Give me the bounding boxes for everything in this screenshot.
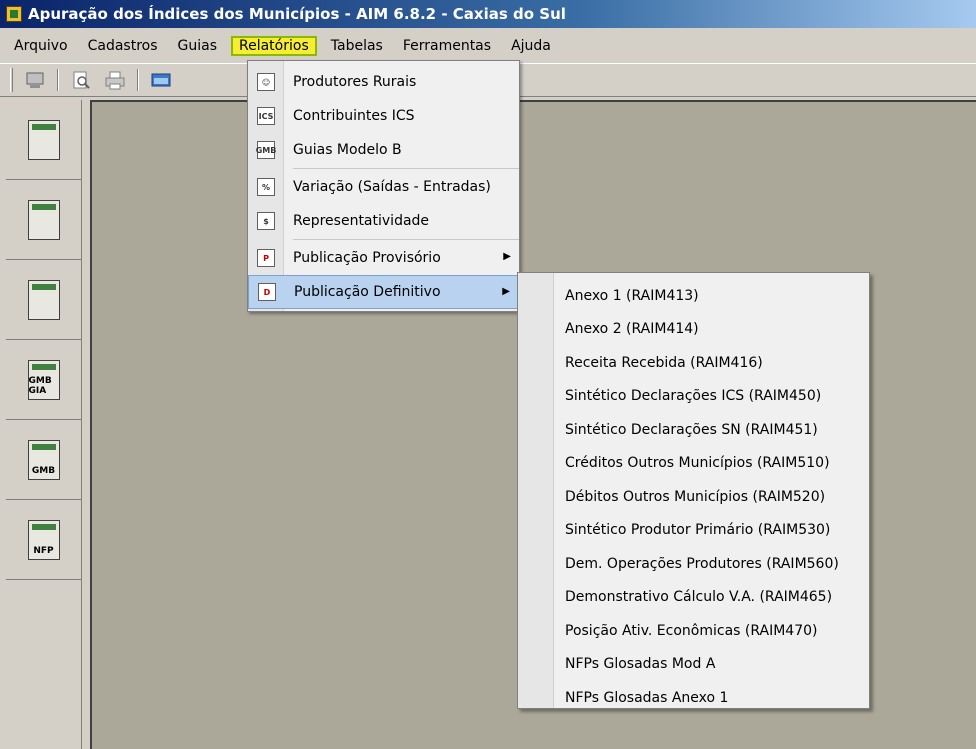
menu-item-variacao[interactable]: % Variação (Saídas - Entradas) [248,170,519,204]
menu-tabelas[interactable]: Tabelas [321,36,393,56]
submenu-item-creditos[interactable]: Créditos Outros Municípios (RAIM510) [518,447,869,481]
dollar-icon: $ [257,212,275,230]
menu-bar: Arquivo Cadastros Guias Relatórios Tabel… [0,33,976,59]
toolbar-separator [137,69,139,91]
window-title: Apuração dos Índices dos Municípios - AI… [28,5,566,23]
print-preview-icon[interactable] [69,68,93,92]
relatorios-menu: ☺ Produtores Rurais ICS Contribuintes IC… [247,60,520,312]
submenu-item-nfps-mod-a[interactable]: NFPs Glosadas Mod A [518,648,869,682]
window-icon[interactable] [149,68,173,92]
submenu-arrow-icon: ▶ [502,286,510,297]
submenu-arrow-icon: ▶ [503,251,511,262]
gmb-icon: GMB [256,141,276,159]
shortcut-3[interactable] [6,260,81,340]
submenu-item-receita-recebida[interactable]: Receita Recebida (RAIM416) [518,346,869,380]
toolbar-separator [57,69,59,91]
submenu-item-sintetico-sn[interactable]: Sintético Declarações SN (RAIM451) [518,413,869,447]
menu-separator [293,168,519,169]
submenu-item-calculo-va[interactable]: Demonstrativo Cálculo V.A. (RAIM465) [518,581,869,615]
menu-item-guias-modelo-b[interactable]: GMB Guias Modelo B [248,133,519,167]
shortcut-2[interactable] [6,180,81,260]
menu-item-publicacao-provisorio[interactable]: P Publicação Provisório ▶ [248,241,519,275]
submenu-item-posicao-ativ[interactable]: Posição Ativ. Econômicas (RAIM470) [518,614,869,648]
menu-relatorios[interactable]: Relatórios [231,36,317,56]
shortcut-1[interactable] [6,100,81,180]
menu-ferramentas[interactable]: Ferramentas [393,36,501,56]
person-document-icon [27,199,60,240]
submenu-item-nfps-anexo-1[interactable]: NFPs Glosadas Anexo 1 [518,681,869,715]
shortcut-5[interactable]: GMB [6,420,81,500]
menu-item-contribuintes-ics[interactable]: ICS Contribuintes ICS [248,99,519,133]
title-bar: Apuração dos Índices dos Municípios - AI… [0,0,976,28]
menu-separator [293,239,519,240]
publicacao-definitivo-submenu: Anexo 1 (RAIM413) Anexo 2 (RAIM414) Rece… [517,272,870,709]
computer-icon[interactable] [23,68,47,92]
menu-cadastros[interactable]: Cadastros [78,36,168,56]
gmb-transfer-icon: GMB [27,439,60,480]
submenu-item-sintetico-ics[interactable]: Sintético Declarações ICS (RAIM450) [518,380,869,414]
submenu-item-produtor-primario[interactable]: Sintético Produtor Primário (RAIM530) [518,514,869,548]
app-icon [6,6,22,22]
publication-icon: P [257,249,275,267]
toolbar-grip[interactable] [10,68,13,92]
printer-icon[interactable] [103,68,127,92]
menu-arquivo[interactable]: Arquivo [4,36,78,56]
menu-item-produtores-rurais[interactable]: ☺ Produtores Rurais [248,65,519,99]
submenu-item-anexo-1[interactable]: Anexo 1 (RAIM413) [518,279,869,313]
left-shortcut-bar: GMB GIA GMB NFP [6,100,82,749]
submenu-item-debitos[interactable]: Débitos Outros Municípios (RAIM520) [518,480,869,514]
ics-icon: ICS [257,107,275,125]
nfp-icon: NFP [27,519,60,560]
shortcut-6[interactable]: NFP [6,500,81,580]
document-icon [27,119,60,160]
submenu-item-operacoes-produtores[interactable]: Dem. Operações Produtores (RAIM560) [518,547,869,581]
percent-icon: % [257,178,275,196]
menu-guias[interactable]: Guias [168,36,227,56]
shortcut-4[interactable]: GMB GIA [6,340,81,420]
menu-ajuda[interactable]: Ajuda [501,36,561,56]
publication-def-icon: D [258,283,276,301]
menu-item-representatividade[interactable]: $ Representatividade [248,204,519,238]
gmb-gia-icon: GMB GIA [27,359,60,400]
farmer-icon: ☺ [257,73,275,91]
menu-item-publicacao-definitivo[interactable]: D Publicação Definitivo ▶ [248,275,519,309]
page-document-icon [27,279,60,320]
submenu-item-anexo-2[interactable]: Anexo 2 (RAIM414) [518,313,869,347]
